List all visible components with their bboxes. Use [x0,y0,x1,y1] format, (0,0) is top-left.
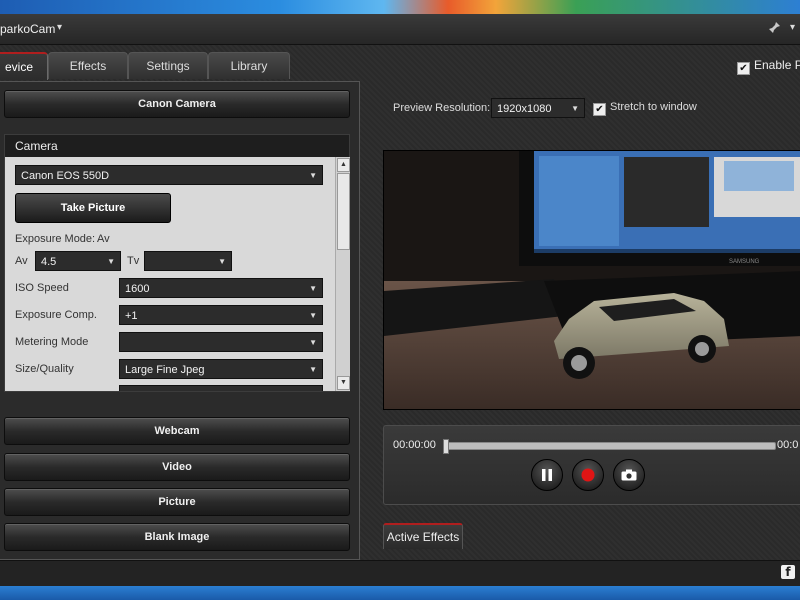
seek-handle[interactable] [443,439,449,454]
total-time: 00:0 [777,439,799,451]
status-bar: f [0,560,800,586]
exposure-comp-select[interactable]: +1 ▼ [119,305,323,325]
exposure-comp-label: Exposure Comp. [15,309,97,321]
record-icon [581,467,595,483]
blank-image-button[interactable]: Blank Image [4,523,350,551]
stretch-to-window-label: Stretch to window [610,101,697,113]
preview-resolution-select[interactable]: 1920x1080 ▼ [491,98,585,118]
record-button[interactable] [572,459,604,491]
chevron-down-icon: ▼ [571,104,579,113]
scroll-thumb[interactable] [337,173,350,250]
current-time: 00:00:00 [393,439,436,451]
svg-text:SAMSUNG: SAMSUNG [729,259,760,265]
enable-preview-check-icon[interactable]: ✔ [737,62,750,75]
camera-icon [621,467,637,483]
tv-label: Tv [127,255,140,267]
playback-panel: 00:00:00 00:0 [383,425,800,505]
app-title[interactable]: parkoCam [0,22,55,36]
live-preview: SAMSUNG [383,150,800,410]
chevron-down-icon: ▼ [309,171,317,180]
chevron-down-icon: ▼ [107,257,115,266]
size-quality-value: Large Fine Jpeg [125,364,205,376]
chevron-down-icon: ▼ [309,338,317,347]
enable-preview-label: Enable Pre [754,58,800,72]
camera-settings: Canon EOS 550D ▼ Take Picture Exposure M… [5,157,335,391]
main-tabs: evice Effects Settings Library ✔ Enable P… [0,50,800,80]
camera-group: Camera Canon EOS 550D ▼ Take Picture Exp… [4,134,350,392]
exposure-mode-value: Av [97,233,110,245]
chevron-down-icon: ▼ [309,365,317,374]
metering-mode-select[interactable]: ▼ [119,332,323,352]
tab-settings[interactable]: Settings [128,52,208,79]
device-panel: Canon Camera Camera Canon EOS 550D ▼ Tak… [0,81,360,560]
camera-scrollbar[interactable]: ▲ ▼ [335,157,350,391]
canon-camera-button[interactable]: Canon Camera [4,90,350,118]
window-menu-caret-icon[interactable]: ▾ [790,22,795,33]
app-window: parkoCam ▾ ▾ evice Effects Settings Libr… [0,14,800,586]
iso-speed-select[interactable]: 1600 ▼ [119,278,323,298]
av-label: Av [15,255,28,267]
pause-button[interactable] [531,459,563,491]
size-quality-select[interactable]: Large Fine Jpeg ▼ [119,359,323,379]
tab-active-effects[interactable]: Active Effects [383,523,463,549]
iso-speed-label: ISO Speed [15,282,69,294]
tab-library[interactable]: Library [208,52,290,79]
next-setting-select[interactable] [119,385,323,391]
av-select-value: 4.5 [41,256,57,268]
exposure-mode-label: Exposure Mode: [15,233,96,245]
pin-icon[interactable] [768,21,781,37]
taskbar [0,586,800,600]
preview-image: SAMSUNG [384,151,800,409]
preview-resolution-value: 1920x1080 [497,103,552,115]
picture-button[interactable]: Picture [4,488,350,516]
scroll-up-icon[interactable]: ▲ [337,158,350,172]
scroll-down-icon[interactable]: ▼ [337,376,350,390]
chevron-down-icon: ▼ [309,311,317,320]
take-picture-button[interactable]: Take Picture [15,193,171,223]
seek-bar[interactable] [443,439,776,454]
chevron-down-icon: ▼ [309,284,317,293]
iso-speed-value: 1600 [125,283,150,295]
camera-select-value: Canon EOS 550D [21,170,110,182]
stretch-check-icon[interactable]: ✔ [593,103,606,116]
desktop-background [0,0,800,14]
snapshot-button[interactable] [613,459,645,491]
camera-group-header: Camera [5,135,349,157]
av-select[interactable]: 4.5 ▼ [35,251,121,271]
exposure-comp-value: +1 [125,310,138,322]
tab-effects[interactable]: Effects [48,52,128,79]
stretch-to-window-checkbox[interactable]: ✔ Stretch to window [593,101,697,116]
preview-resolution-label: Preview Resolution: [393,102,491,114]
camera-select[interactable]: Canon EOS 550D ▼ [15,165,323,185]
app-menu-caret-icon[interactable]: ▾ [57,22,62,33]
pause-icon [541,467,553,483]
facebook-icon[interactable]: f [781,565,795,579]
chevron-down-icon: ▼ [218,257,226,266]
enable-preview-checkbox[interactable]: ✔ Enable Pre [737,58,800,75]
metering-mode-label: Metering Mode [15,336,89,348]
tv-select[interactable]: ▼ [144,251,232,271]
video-button[interactable]: Video [4,453,350,481]
webcam-button[interactable]: Webcam [4,417,350,445]
size-quality-label: Size/Quality [15,363,74,375]
title-bar: parkoCam ▾ ▾ [0,14,800,45]
tab-device[interactable]: evice [0,52,48,80]
